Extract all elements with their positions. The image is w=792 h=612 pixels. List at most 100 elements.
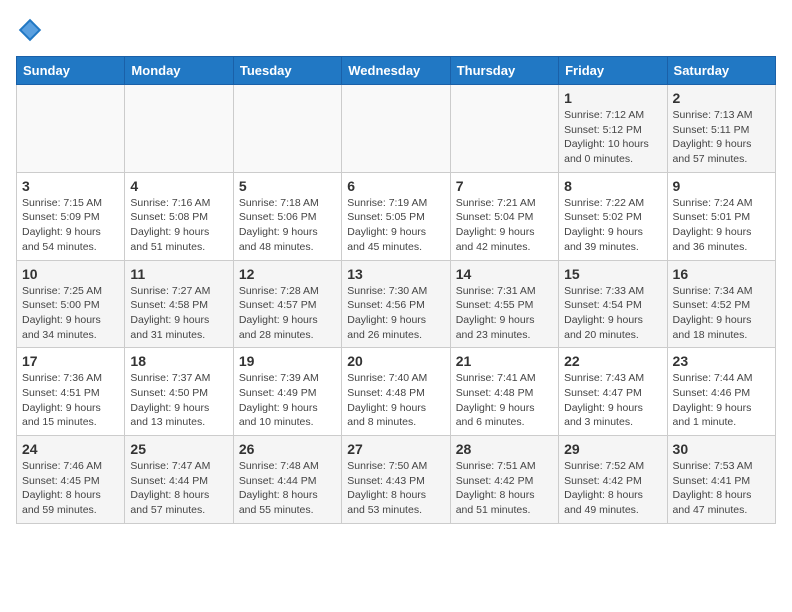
calendar-cell: 3 Sunrise: 7:15 AMSunset: 5:09 PMDaylight… <box>17 172 125 260</box>
day-info: Sunrise: 7:41 AMSunset: 4:48 PMDaylight:… <box>456 371 553 430</box>
calendar-cell: 14 Sunrise: 7:31 AMSunset: 4:55 PMDayligh… <box>450 260 558 348</box>
day-info: Sunrise: 7:50 AMSunset: 4:43 PMDaylight:… <box>347 459 444 518</box>
calendar-table: SundayMondayTuesdayWednesdayThursdayFrid… <box>16 56 776 524</box>
day-number: 18 <box>130 353 227 369</box>
day-info: Sunrise: 7:47 AMSunset: 4:44 PMDaylight:… <box>130 459 227 518</box>
day-info: Sunrise: 7:44 AMSunset: 4:46 PMDaylight:… <box>673 371 770 430</box>
day-info: Sunrise: 7:27 AMSunset: 4:58 PMDaylight:… <box>130 284 227 343</box>
calendar-body: 1 Sunrise: 7:12 AMSunset: 5:12 PMDaylight… <box>17 85 776 524</box>
day-header-tuesday: Tuesday <box>233 57 341 85</box>
day-number: 21 <box>456 353 553 369</box>
day-number: 22 <box>564 353 661 369</box>
day-info: Sunrise: 7:16 AMSunset: 5:08 PMDaylight:… <box>130 196 227 255</box>
calendar-week-1: 3 Sunrise: 7:15 AMSunset: 5:09 PMDaylight… <box>17 172 776 260</box>
header <box>16 16 776 44</box>
day-info: Sunrise: 7:21 AMSunset: 5:04 PMDaylight:… <box>456 196 553 255</box>
day-info: Sunrise: 7:51 AMSunset: 4:42 PMDaylight:… <box>456 459 553 518</box>
day-header-friday: Friday <box>559 57 667 85</box>
calendar-cell: 13Sunrise: 7:30 AMSunset: 4:56 PMDayligh… <box>342 260 450 348</box>
day-number: 14 <box>456 266 553 282</box>
day-info: Sunrise: 7:36 AMSunset: 4:51 PMDaylight:… <box>22 371 119 430</box>
day-info: Sunrise: 7:18 AMSunset: 5:06 PMDaylight:… <box>239 196 336 255</box>
calendar-cell: 29 Sunrise: 7:52 AMSunset: 4:42 PMDayligh… <box>559 436 667 524</box>
day-info: Sunrise: 7:39 AMSunset: 4:49 PMDaylight:… <box>239 371 336 430</box>
day-number: 3 <box>22 178 119 194</box>
calendar-cell: 25 Sunrise: 7:47 AMSunset: 4:44 PMDayligh… <box>125 436 233 524</box>
calendar-cell <box>450 85 558 173</box>
day-number: 12 <box>239 266 336 282</box>
day-info: Sunrise: 7:24 AMSunset: 5:01 PMDaylight:… <box>673 196 770 255</box>
calendar-cell: 16 Sunrise: 7:34 AMSunset: 4:52 PMDayligh… <box>667 260 775 348</box>
day-info: Sunrise: 7:43 AMSunset: 4:47 PMDaylight:… <box>564 371 661 430</box>
calendar-cell: 15 Sunrise: 7:33 AMSunset: 4:54 PMDayligh… <box>559 260 667 348</box>
calendar-cell: 21 Sunrise: 7:41 AMSunset: 4:48 PMDayligh… <box>450 348 558 436</box>
day-info: Sunrise: 7:22 AMSunset: 5:02 PMDaylight:… <box>564 196 661 255</box>
calendar-cell: 9 Sunrise: 7:24 AMSunset: 5:01 PMDaylight… <box>667 172 775 260</box>
day-number: 1 <box>564 90 661 106</box>
calendar-header: SundayMondayTuesdayWednesdayThursdayFrid… <box>17 57 776 85</box>
day-info: Sunrise: 7:48 AMSunset: 4:44 PMDaylight:… <box>239 459 336 518</box>
day-number: 8 <box>564 178 661 194</box>
calendar-week-4: 24Sunrise: 7:46 AMSunset: 4:45 PMDayligh… <box>17 436 776 524</box>
day-number: 16 <box>673 266 770 282</box>
day-info: Sunrise: 7:34 AMSunset: 4:52 PMDaylight:… <box>673 284 770 343</box>
calendar-cell: 18 Sunrise: 7:37 AMSunset: 4:50 PMDayligh… <box>125 348 233 436</box>
day-info: Sunrise: 7:12 AMSunset: 5:12 PMDaylight:… <box>564 108 661 167</box>
calendar-cell: 8 Sunrise: 7:22 AMSunset: 5:02 PMDaylight… <box>559 172 667 260</box>
calendar-cell: 27 Sunrise: 7:50 AMSunset: 4:43 PMDayligh… <box>342 436 450 524</box>
day-number: 29 <box>564 441 661 457</box>
day-number: 25 <box>130 441 227 457</box>
day-info: Sunrise: 7:15 AMSunset: 5:09 PMDaylight:… <box>22 196 119 255</box>
calendar-cell: 22 Sunrise: 7:43 AMSunset: 4:47 PMDayligh… <box>559 348 667 436</box>
calendar-cell: 23 Sunrise: 7:44 AMSunset: 4:46 PMDayligh… <box>667 348 775 436</box>
header-row: SundayMondayTuesdayWednesdayThursdayFrid… <box>17 57 776 85</box>
day-number: 27 <box>347 441 444 457</box>
day-header-thursday: Thursday <box>450 57 558 85</box>
day-info: Sunrise: 7:13 AMSunset: 5:11 PMDaylight:… <box>673 108 770 167</box>
day-number: 20 <box>347 353 444 369</box>
day-number: 5 <box>239 178 336 194</box>
day-number: 28 <box>456 441 553 457</box>
day-info: Sunrise: 7:40 AMSunset: 4:48 PMDaylight:… <box>347 371 444 430</box>
calendar-cell: 20 Sunrise: 7:40 AMSunset: 4:48 PMDayligh… <box>342 348 450 436</box>
day-number: 17 <box>22 353 119 369</box>
day-number: 11 <box>130 266 227 282</box>
day-number: 13 <box>347 266 444 282</box>
calendar-week-0: 1 Sunrise: 7:12 AMSunset: 5:12 PMDaylight… <box>17 85 776 173</box>
day-info: Sunrise: 7:52 AMSunset: 4:42 PMDaylight:… <box>564 459 661 518</box>
calendar-week-3: 17 Sunrise: 7:36 AMSunset: 4:51 PMDayligh… <box>17 348 776 436</box>
day-number: 23 <box>673 353 770 369</box>
calendar-cell: 4Sunrise: 7:16 AMSunset: 5:08 PMDaylight… <box>125 172 233 260</box>
day-number: 26 <box>239 441 336 457</box>
day-info: Sunrise: 7:19 AMSunset: 5:05 PMDaylight:… <box>347 196 444 255</box>
calendar-cell: 17 Sunrise: 7:36 AMSunset: 4:51 PMDayligh… <box>17 348 125 436</box>
calendar-cell: 1 Sunrise: 7:12 AMSunset: 5:12 PMDaylight… <box>559 85 667 173</box>
day-info: Sunrise: 7:25 AMSunset: 5:00 PMDaylight:… <box>22 284 119 343</box>
day-number: 2 <box>673 90 770 106</box>
day-header-sunday: Sunday <box>17 57 125 85</box>
calendar-cell: 2 Sunrise: 7:13 AMSunset: 5:11 PMDaylight… <box>667 85 775 173</box>
day-number: 15 <box>564 266 661 282</box>
day-info: Sunrise: 7:28 AMSunset: 4:57 PMDaylight:… <box>239 284 336 343</box>
calendar-cell: 28 Sunrise: 7:51 AMSunset: 4:42 PMDayligh… <box>450 436 558 524</box>
day-header-wednesday: Wednesday <box>342 57 450 85</box>
day-info: Sunrise: 7:53 AMSunset: 4:41 PMDaylight:… <box>673 459 770 518</box>
day-info: Sunrise: 7:33 AMSunset: 4:54 PMDaylight:… <box>564 284 661 343</box>
logo <box>16 16 48 44</box>
day-header-saturday: Saturday <box>667 57 775 85</box>
calendar-cell <box>125 85 233 173</box>
day-number: 7 <box>456 178 553 194</box>
day-number: 30 <box>673 441 770 457</box>
day-info: Sunrise: 7:37 AMSunset: 4:50 PMDaylight:… <box>130 371 227 430</box>
day-number: 10 <box>22 266 119 282</box>
day-info: Sunrise: 7:31 AMSunset: 4:55 PMDaylight:… <box>456 284 553 343</box>
day-number: 19 <box>239 353 336 369</box>
calendar-week-2: 10 Sunrise: 7:25 AMSunset: 5:00 PMDayligh… <box>17 260 776 348</box>
day-number: 6 <box>347 178 444 194</box>
calendar-cell: 30 Sunrise: 7:53 AMSunset: 4:41 PMDayligh… <box>667 436 775 524</box>
day-number: 24 <box>22 441 119 457</box>
calendar-cell: 11 Sunrise: 7:27 AMSunset: 4:58 PMDayligh… <box>125 260 233 348</box>
day-number: 9 <box>673 178 770 194</box>
calendar-cell: 19 Sunrise: 7:39 AMSunset: 4:49 PMDayligh… <box>233 348 341 436</box>
day-header-monday: Monday <box>125 57 233 85</box>
